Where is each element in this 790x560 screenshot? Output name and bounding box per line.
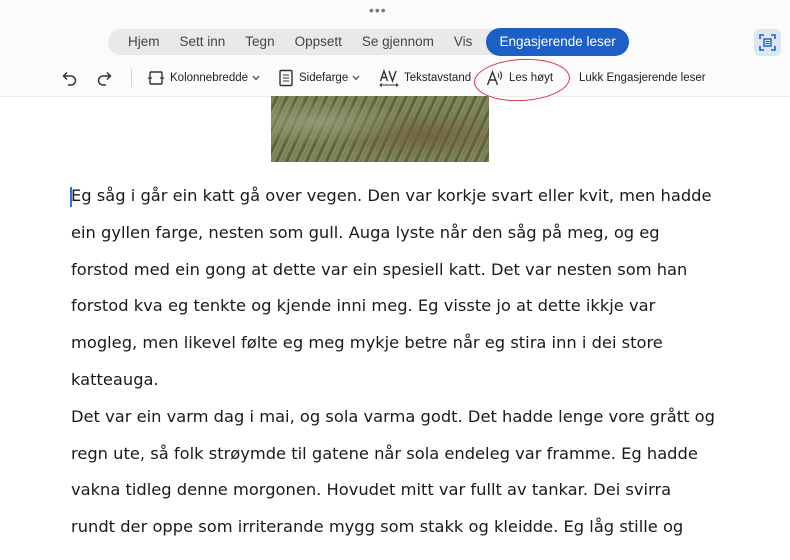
text-line: forstod kva eg tenkte og kjende inni meg… — [71, 296, 656, 316]
tab-vis[interactable]: Vis — [444, 29, 483, 55]
redo-button[interactable] — [96, 62, 114, 94]
tab-oppsett[interactable]: Oppsett — [285, 29, 352, 55]
toolbar-divider — [131, 69, 132, 87]
text-line: vakna tidleg denne morgonen. Hovudet mit… — [71, 480, 672, 500]
reader-toolbar: Kolonnebredde Sidefarge Tekstavstand Les… — [0, 62, 790, 94]
close-immersive-reader-label: Lukk Engasjerende leser — [579, 72, 706, 84]
tab-tegn[interactable]: Tegn — [235, 29, 284, 55]
column-width-label: Kolonnebredde — [170, 72, 249, 84]
column-width-icon — [148, 71, 164, 85]
text-line: mogleg, men likevel følte eg meg mykje b… — [71, 333, 663, 353]
text-spacing-label: Tekstavstand — [404, 72, 472, 84]
close-immersive-reader-button[interactable]: Lukk Engasjerende leser — [579, 62, 706, 94]
page-color-button[interactable]: Sidefarge — [278, 62, 360, 94]
text-line: regn ute, så folk strøymde til gatene nå… — [71, 443, 698, 463]
text-line: Det var ein varm dag i mai, og sola varm… — [71, 406, 715, 426]
tab-hjem[interactable]: Hjem — [118, 29, 170, 55]
page-color-icon — [279, 69, 293, 87]
redo-icon — [97, 71, 112, 86]
text-line: rundt der oppe som irriterande mygg som … — [71, 517, 684, 537]
window-more-dots[interactable]: ••• — [369, 3, 387, 17]
column-width-button[interactable]: Kolonnebredde — [147, 62, 260, 94]
ribbon-tabs: Hjem Sett inn Tegn Oppsett Se gjennom Vi… — [108, 28, 629, 56]
tab-sett-inn[interactable]: Sett inn — [170, 29, 236, 55]
focus-view-icon — [759, 34, 776, 51]
text-line: ein gyllen farge, nesten som gull. Auga … — [71, 222, 660, 242]
focus-mode-button[interactable] — [754, 29, 781, 56]
text-line: Eg såg i går ein katt gå over vegen. Den… — [71, 186, 712, 205]
document-image — [271, 96, 489, 162]
text-line: katteauga. — [71, 369, 159, 389]
ribbon-area: ••• Hjem Sett inn Tegn Oppsett Se gjenno… — [0, 0, 790, 97]
text-line: forstod med ein gong at dette var ein sp… — [71, 259, 688, 279]
text-spacing-button[interactable]: Tekstavstand — [379, 62, 471, 94]
chevron-down-icon — [352, 75, 360, 81]
chevron-down-icon — [252, 75, 260, 81]
tab-se-gjennom[interactable]: Se gjennom — [352, 29, 444, 55]
document-body[interactable]: Eg såg i går ein katt gå over vegen. Den… — [71, 178, 715, 546]
text-spacing-icon — [379, 69, 399, 87]
page-color-label: Sidefarge — [299, 72, 349, 84]
read-aloud-button[interactable]: Les høyt — [486, 62, 553, 94]
tab-engasjerende-leser[interactable]: Engasjerende leser — [486, 28, 629, 56]
read-aloud-label: Les høyt — [509, 72, 554, 84]
undo-icon — [62, 71, 77, 86]
undo-button[interactable] — [60, 62, 78, 94]
read-aloud-icon — [486, 70, 503, 86]
